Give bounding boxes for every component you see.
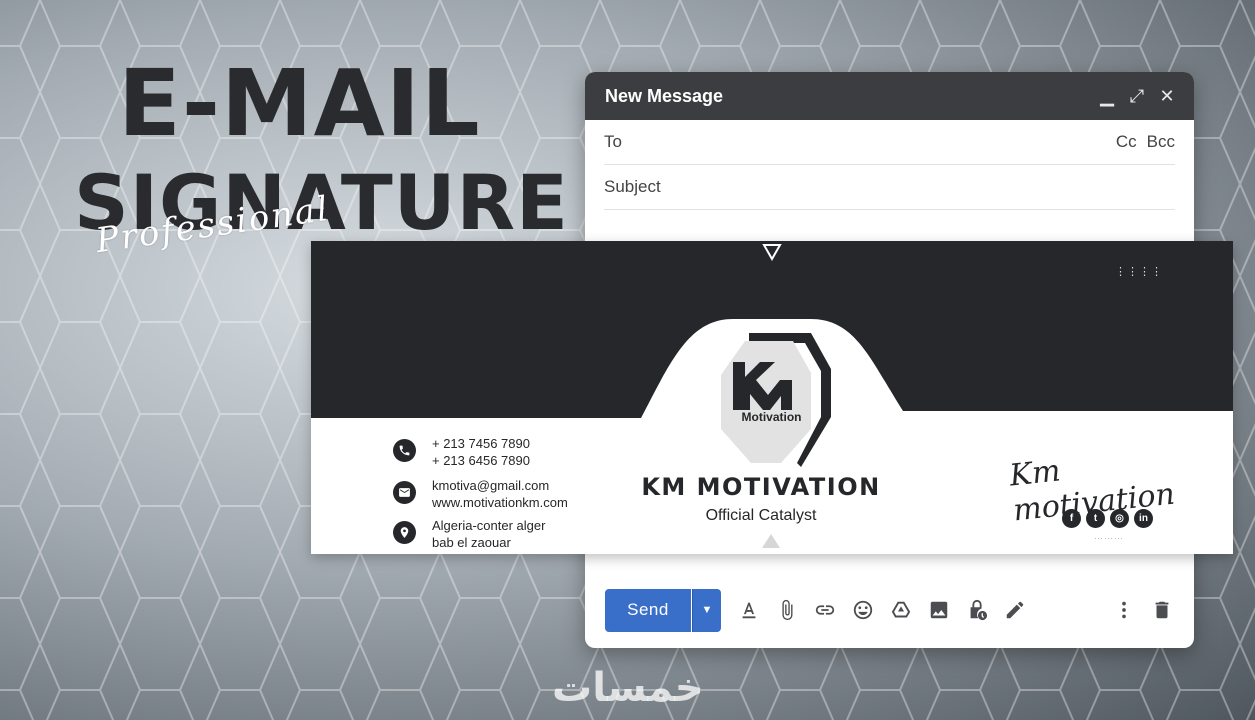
bcc-link[interactable]: Bcc [1147, 132, 1175, 152]
address-line-1: Algeria-conter alger [432, 518, 546, 533]
expand-icon[interactable]: ⤢ [1128, 86, 1146, 107]
linkedin-icon[interactable]: in [1134, 509, 1153, 528]
link-icon[interactable] [813, 598, 837, 622]
attach-icon[interactable] [775, 598, 799, 622]
email-link[interactable]: kmotiva@gmail.com [432, 477, 568, 494]
email-icon [393, 481, 416, 504]
minimize-icon[interactable]: ▁ [1098, 86, 1116, 107]
decorative-dots-small: ⋯⋯⋯ [1094, 533, 1124, 543]
website-link[interactable]: www.motivationkm.com [432, 494, 568, 511]
more-options-icon[interactable] [1112, 598, 1136, 622]
drive-icon[interactable] [889, 598, 913, 622]
emoji-icon[interactable] [851, 598, 875, 622]
send-button[interactable]: Send [605, 588, 691, 632]
to-label: To [604, 132, 622, 151]
brand-name: KM MOTIVATION [641, 473, 881, 501]
close-icon[interactable]: ✕ [1158, 86, 1176, 107]
compose-toolbar: Send ▼ [605, 588, 1174, 632]
contact-address: Algeria-conter alger bab el zaouar [393, 517, 545, 551]
subject-label: Subject [604, 177, 661, 196]
phone-1[interactable]: + 213 7456 7890 [432, 435, 530, 452]
phone-icon [393, 439, 416, 462]
contact-web: kmotiva@gmail.com www.motivationkm.com [393, 477, 568, 511]
email-signature-banner: ⋮⋮⋮⋮ Motivation + 213 7456 7890 + 213 64… [311, 241, 1233, 554]
trash-icon[interactable] [1150, 598, 1174, 622]
to-field[interactable]: To Cc Bcc [604, 120, 1175, 165]
confidential-icon[interactable] [965, 598, 989, 622]
watermark-logo: خمسات [552, 665, 704, 711]
subject-field[interactable]: Subject [604, 165, 1175, 210]
logo-word: Motivation [741, 410, 802, 424]
signature-pen-icon[interactable] [1003, 598, 1027, 622]
triangle-up-icon [762, 534, 780, 548]
compose-title: New Message [605, 85, 724, 106]
twitter-icon[interactable]: t [1086, 509, 1105, 528]
contact-phones: + 213 7456 7890 + 213 6456 7890 [393, 435, 530, 469]
send-options-chevron-down-icon[interactable]: ▼ [692, 588, 721, 632]
decorative-dots: ⋮⋮⋮⋮ [1115, 266, 1163, 278]
facebook-icon[interactable]: f [1062, 509, 1081, 528]
address-line-2: bab el zaouar [432, 535, 511, 550]
phone-2[interactable]: + 213 6456 7890 [432, 452, 530, 469]
image-icon[interactable] [927, 598, 951, 622]
social-icons: f t ◎ in [1062, 509, 1153, 528]
brand-tagline: Official Catalyst [705, 507, 817, 524]
instagram-icon[interactable]: ◎ [1110, 509, 1129, 528]
location-pin-icon [393, 521, 416, 544]
km-logo-mark [721, 341, 811, 463]
text-format-icon[interactable] [737, 598, 761, 622]
triangle-down-icon [762, 244, 782, 261]
compose-header: New Message ▁ ⤢ ✕ [585, 72, 1194, 120]
hero-title-line1: E-MAIL [118, 50, 481, 157]
cc-link[interactable]: Cc [1116, 132, 1137, 152]
